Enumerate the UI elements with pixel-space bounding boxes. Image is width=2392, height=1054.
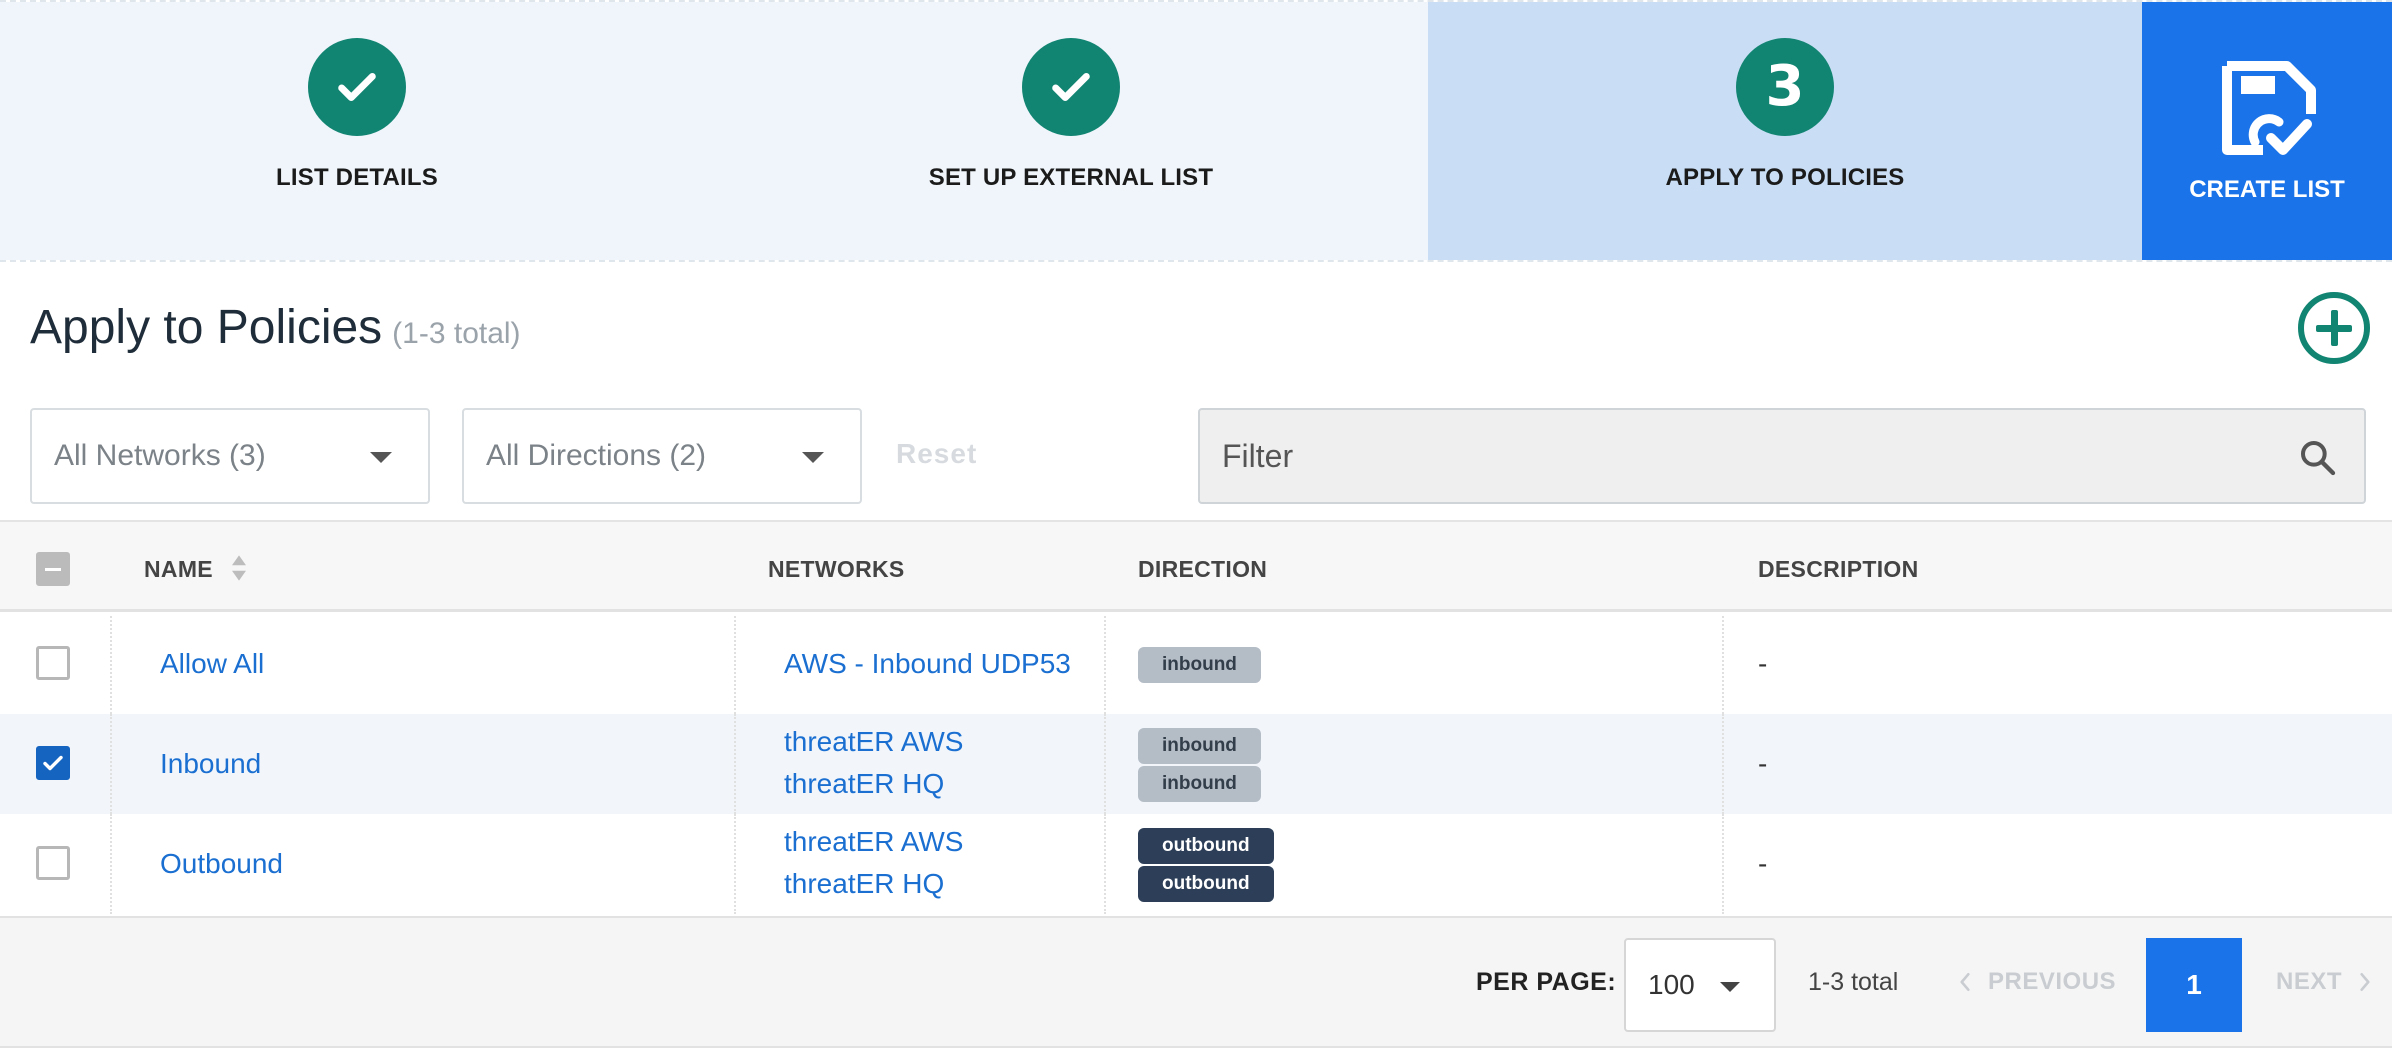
add-policy-button[interactable] bbox=[2298, 292, 2370, 364]
column-header-networks: NETWORKS bbox=[768, 556, 905, 582]
direction-badge: inbound bbox=[1138, 728, 1261, 764]
network-link[interactable]: threatER AWS bbox=[784, 826, 963, 858]
network-link[interactable]: threatER AWS bbox=[784, 726, 963, 758]
network-link[interactable]: threatER HQ bbox=[784, 868, 944, 900]
column-divider bbox=[734, 814, 736, 914]
direction-badge: inbound bbox=[1138, 647, 1261, 683]
per-page-value: 100 bbox=[1648, 969, 1695, 1000]
sort-icon[interactable] bbox=[230, 554, 248, 582]
filter-field bbox=[1198, 408, 2366, 504]
page-title: Apply to Policies (1-3 total) bbox=[30, 300, 521, 355]
table-row: Outbound threatER AWS threatER HQ outbou… bbox=[0, 814, 2392, 914]
networks-dropdown[interactable]: All Networks (3) bbox=[30, 408, 430, 504]
previous-label: PREVIOUS bbox=[1988, 968, 2117, 995]
filter-input[interactable] bbox=[1200, 410, 2200, 502]
column-divider bbox=[734, 616, 736, 714]
directions-dropdown-value: All Directions (2) bbox=[486, 439, 707, 472]
row-checkbox[interactable] bbox=[36, 846, 70, 880]
pagination-total: 1-3 total bbox=[1808, 968, 1899, 996]
step-apply-to-policies[interactable]: 3 APPLY TO POLICIES bbox=[1428, 2, 2142, 260]
reset-button[interactable]: Reset bbox=[896, 438, 977, 470]
description-cell: - bbox=[1758, 748, 1768, 779]
directions-dropdown[interactable]: All Directions (2) bbox=[462, 408, 862, 504]
column-divider bbox=[1104, 714, 1106, 814]
column-divider bbox=[1722, 616, 1724, 714]
direction-badge: outbound bbox=[1138, 828, 1274, 864]
table-header: NAME NETWORKS DIRECTION DESCRIPTION bbox=[0, 520, 2392, 612]
column-divider bbox=[110, 616, 112, 714]
column-divider bbox=[1104, 814, 1106, 914]
chevron-down-icon bbox=[370, 452, 392, 463]
column-header-name[interactable]: NAME bbox=[144, 556, 213, 583]
step-set-up-external-list[interactable]: SET UP EXTERNAL LIST bbox=[714, 2, 1428, 260]
direction-badge: inbound bbox=[1138, 766, 1261, 802]
column-divider bbox=[1104, 616, 1106, 714]
step-complete-badge bbox=[308, 38, 406, 136]
chevron-left-icon bbox=[1960, 972, 1970, 992]
next-label: NEXT bbox=[2276, 968, 2343, 995]
checkmark-icon bbox=[338, 73, 376, 101]
total-count: (1-3 total) bbox=[392, 317, 521, 350]
step-label: APPLY TO POLICIES bbox=[1665, 164, 1905, 191]
column-divider bbox=[110, 814, 112, 914]
save-document-icon bbox=[2222, 61, 2316, 155]
policy-name-link[interactable]: Inbound bbox=[160, 748, 261, 780]
chevron-right-icon bbox=[2360, 972, 2370, 992]
description-cell: - bbox=[1758, 648, 1768, 679]
table-row: Inbound threatER AWS threatER HQ inbound… bbox=[0, 714, 2392, 814]
networks-dropdown-value: All Networks (3) bbox=[54, 439, 266, 472]
network-link[interactable]: AWS - Inbound UDP53 bbox=[784, 648, 1071, 680]
description-cell: - bbox=[1758, 848, 1768, 879]
step-complete-badge bbox=[1022, 38, 1120, 136]
table-row: Allow All AWS - Inbound UDP53 inbound - bbox=[0, 616, 2392, 714]
page-1-button[interactable]: 1 bbox=[2146, 938, 2242, 1032]
column-divider bbox=[1722, 814, 1724, 914]
page-title-text: Apply to Policies bbox=[30, 301, 383, 354]
create-list-button[interactable]: CREATE LIST bbox=[2142, 2, 2392, 260]
create-list-label: CREATE LIST bbox=[2189, 176, 2345, 203]
direction-badge: outbound bbox=[1138, 866, 1274, 902]
network-link[interactable]: threatER HQ bbox=[784, 768, 944, 800]
checkmark-icon bbox=[43, 755, 63, 771]
previous-page-button[interactable]: PREVIOUS bbox=[1956, 968, 2116, 996]
step-list-details[interactable]: LIST DETAILS bbox=[0, 2, 714, 260]
column-header-description: DESCRIPTION bbox=[1758, 556, 1919, 582]
policy-name-link[interactable]: Outbound bbox=[160, 848, 283, 880]
pagination-bar: PER PAGE: 100 1-3 total PREVIOUS 1 NEXT bbox=[0, 916, 2392, 1048]
column-header-direction: DIRECTION bbox=[1138, 556, 1268, 582]
chevron-down-icon bbox=[1720, 982, 1740, 992]
per-page-label: PER PAGE: bbox=[1476, 968, 1617, 996]
row-checkbox[interactable] bbox=[36, 646, 70, 680]
per-page-dropdown[interactable]: 100 bbox=[1624, 938, 1776, 1032]
chevron-down-icon bbox=[802, 452, 824, 463]
column-divider bbox=[734, 714, 736, 814]
select-all-checkbox[interactable] bbox=[36, 552, 70, 586]
step-number-badge: 3 bbox=[1736, 38, 1834, 136]
checkmark-icon bbox=[1052, 73, 1090, 101]
step-label: SET UP EXTERNAL LIST bbox=[928, 164, 1214, 191]
step-number: 3 bbox=[1765, 54, 1805, 119]
step-label: LIST DETAILS bbox=[276, 164, 438, 191]
policy-name-link[interactable]: Allow All bbox=[160, 648, 264, 680]
row-checkbox[interactable] bbox=[36, 746, 70, 780]
search-icon[interactable] bbox=[2298, 438, 2338, 478]
wizard-stepper: LIST DETAILS SET UP EXTERNAL LIST 3 APPL… bbox=[0, 0, 2392, 262]
column-divider bbox=[1722, 714, 1724, 814]
next-page-button[interactable]: NEXT bbox=[2276, 968, 2374, 996]
column-divider bbox=[110, 714, 112, 814]
